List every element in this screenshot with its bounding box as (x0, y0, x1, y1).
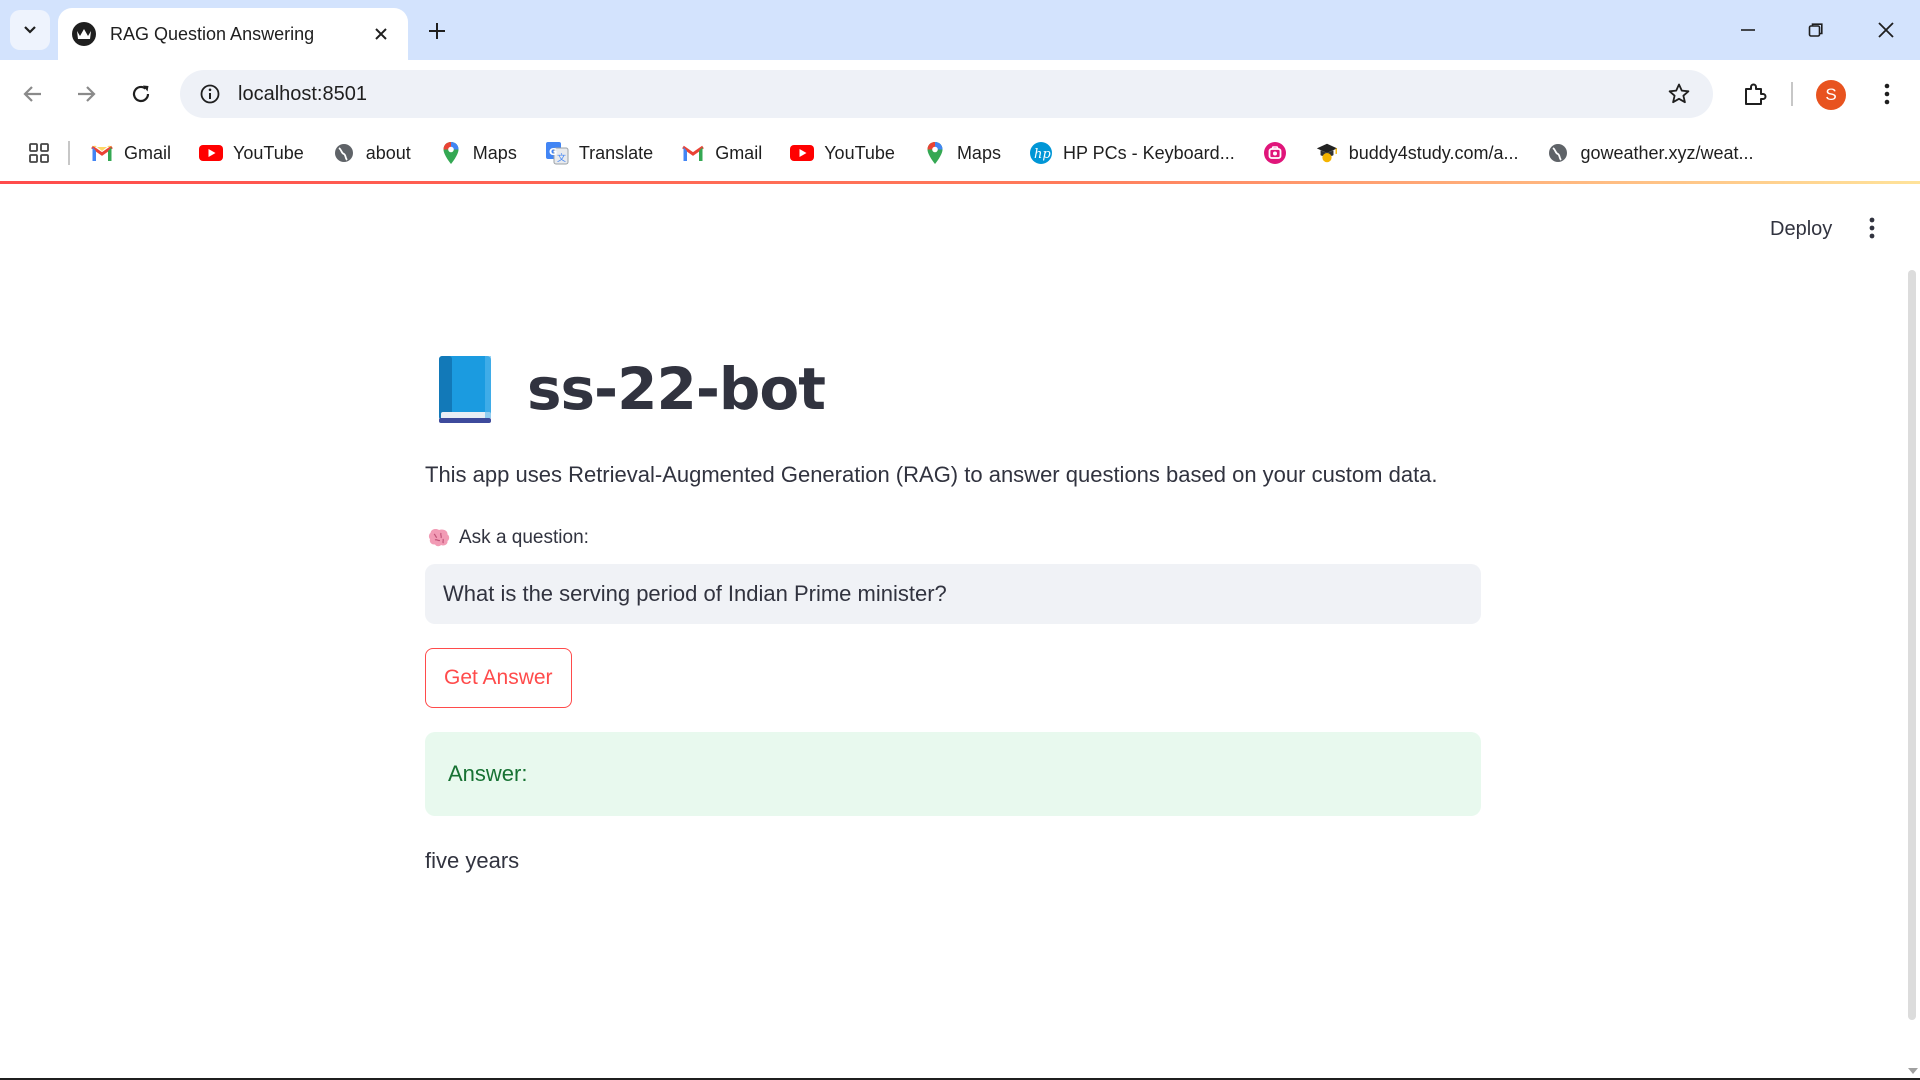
bookmark-translate[interactable]: G文 Translate (545, 141, 653, 165)
minimize-button[interactable] (1724, 10, 1772, 50)
bookmark-star-icon[interactable] (1663, 78, 1695, 110)
restore-icon (1808, 23, 1823, 37)
arrow-right-icon (78, 86, 96, 102)
translate-icon: G文 (545, 141, 569, 165)
scrollbar[interactable] (1904, 270, 1920, 1080)
tab-title: RAG Question Answering (110, 23, 315, 44)
address-bar[interactable]: localhost:8501 (180, 70, 1713, 118)
bookmarks-bar: Gmail YouTube about Maps G文 Translate Gm… (0, 128, 1920, 178)
reload-button[interactable] (121, 74, 161, 114)
maps-icon (923, 141, 947, 165)
bookmarks-divider (68, 141, 70, 165)
restore-button[interactable] (1792, 10, 1840, 50)
bookmark-maps-2[interactable]: Maps (923, 141, 1001, 165)
site-info-icon[interactable] (186, 70, 234, 118)
extensions-button[interactable] (1735, 74, 1775, 114)
brain-icon (428, 529, 450, 547)
close-icon (1878, 22, 1894, 38)
bookmark-youtube[interactable]: YouTube (199, 141, 304, 165)
youtube-icon (790, 141, 815, 165)
bookmark-gmail[interactable]: Gmail (90, 141, 171, 165)
app-viewport: Deploy ss-22-bot This app uses Retrieval… (0, 184, 1920, 1080)
tab-strip: RAG Question Answering (0, 0, 1920, 60)
browser-tab[interactable]: RAG Question Answering (58, 8, 408, 60)
gmail-icon (90, 141, 114, 165)
globe-icon (332, 141, 356, 165)
forward-button[interactable] (66, 74, 106, 114)
svg-text:hp: hp (1034, 147, 1051, 162)
youtube-icon (199, 141, 224, 165)
kebab-menu-icon (1869, 217, 1875, 239)
deploy-button[interactable]: Deploy (1758, 212, 1844, 246)
new-tab-button[interactable] (420, 14, 454, 48)
answer-text: five years (425, 848, 520, 873)
back-button[interactable] (13, 74, 53, 114)
bookmark-hp[interactable]: hp HP PCs - Keyboard... (1029, 141, 1235, 165)
minimize-icon (1741, 29, 1755, 31)
question-input[interactable] (425, 564, 1481, 624)
browser-toolbar: localhost:8501 S (0, 60, 1920, 128)
answer-label: Answer: (448, 761, 528, 786)
answer-success-box: Answer: (425, 732, 1481, 816)
graduation-cap-icon (1315, 141, 1339, 165)
puzzle-icon (1745, 83, 1767, 105)
bookmark-gmail-2[interactable]: Gmail (681, 141, 762, 165)
scrollbar-thumb[interactable] (1908, 270, 1916, 1020)
chevron-down-icon (24, 26, 36, 34)
page-title: ss-22-bot (435, 354, 826, 424)
bookmark-about[interactable]: about (332, 141, 411, 165)
browser-menu-button[interactable] (1870, 74, 1904, 114)
url-text[interactable]: localhost:8501 (238, 83, 367, 106)
close-window-button[interactable] (1862, 10, 1910, 50)
streamlit-crown-icon (72, 22, 96, 46)
svg-text:G: G (549, 147, 557, 158)
bookmark-pink[interactable] (1263, 141, 1287, 165)
question-label: Ask a question: (427, 526, 589, 550)
globe-icon (1546, 141, 1570, 165)
tab-search-button[interactable] (10, 10, 50, 50)
profile-avatar[interactable]: S (1816, 80, 1846, 110)
bookmark-buddy4study[interactable]: buddy4study.com/a... (1315, 141, 1518, 165)
svg-text:文: 文 (557, 152, 566, 164)
hp-icon: hp (1029, 141, 1053, 165)
plus-icon (429, 23, 445, 39)
bookmark-youtube-2[interactable]: YouTube (790, 141, 895, 165)
pink-bookmark-icon (1263, 141, 1287, 165)
close-tab-icon[interactable] (368, 21, 394, 47)
maps-icon (439, 141, 463, 165)
toolbar-divider (1791, 82, 1793, 106)
app-description: This app uses Retrieval-Augmented Genera… (425, 462, 1438, 487)
bookmark-maps[interactable]: Maps (439, 141, 517, 165)
bookmark-goweather[interactable]: goweather.xyz/weat... (1546, 141, 1754, 165)
question-label-text: Ask a question: (459, 527, 589, 548)
app-menu-button[interactable] (1854, 210, 1890, 246)
gmail-icon (681, 141, 705, 165)
blue-book-icon (439, 356, 491, 423)
apps-grid-icon[interactable] (24, 138, 54, 168)
title-text: ss-22-bot (527, 355, 826, 423)
arrow-left-icon (23, 86, 41, 102)
scroll-down-arrow-icon[interactable] (1908, 1068, 1918, 1074)
get-answer-button[interactable]: Get Answer (425, 648, 572, 708)
reload-icon (132, 85, 150, 103)
kebab-menu-icon (1884, 83, 1890, 105)
